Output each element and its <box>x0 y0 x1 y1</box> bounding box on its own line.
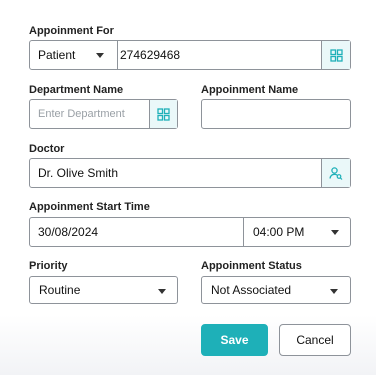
department-lookup-button[interactable] <box>149 100 177 128</box>
patient-type-select[interactable]: Patient <box>29 40 118 70</box>
department-group: Enter Department <box>29 99 178 129</box>
status-label: Appoinment Status <box>201 260 302 272</box>
doctor-lookup-button[interactable] <box>321 159 350 187</box>
doctor-value: Dr. Olive Smith <box>38 166 119 180</box>
appointment-for-label: Appoinment For <box>29 25 114 37</box>
doctor-group: Dr. Olive Smith <box>29 158 351 188</box>
chevron-down-icon <box>331 230 339 235</box>
grid-lookup-icon <box>329 48 343 62</box>
department-label: Department Name <box>29 84 124 96</box>
start-time-value: 04:00 PM <box>253 225 305 239</box>
chevron-down-icon <box>96 53 104 58</box>
patient-id-value: 274629468 <box>120 48 181 62</box>
start-time-label: Appoinment Start Time <box>29 201 150 213</box>
save-button[interactable]: Save <box>201 324 268 356</box>
priority-select[interactable]: Routine <box>29 276 178 304</box>
doctor-input[interactable]: Dr. Olive Smith <box>29 158 321 188</box>
status-select[interactable]: Not Associated <box>201 276 351 304</box>
patient-lookup-button[interactable] <box>321 41 350 69</box>
start-time-select[interactable]: 04:00 PM <box>244 217 351 247</box>
priority-value: Routine <box>39 283 81 297</box>
status-value: Not Associated <box>211 283 292 297</box>
department-placeholder: Enter Department <box>38 108 125 120</box>
cancel-button[interactable]: Cancel <box>279 324 351 356</box>
chevron-down-icon <box>158 289 166 294</box>
grid-lookup-icon <box>157 107 170 121</box>
appointment-for-group: Patient 274629468 <box>29 40 351 70</box>
start-date-input[interactable]: 30/08/2024 <box>29 217 244 247</box>
appointment-name-input[interactable] <box>201 99 351 129</box>
doctor-label: Doctor <box>29 143 65 155</box>
patient-type-value: Patient <box>38 48 76 62</box>
appointment-name-label: Appoinment Name <box>201 84 299 96</box>
start-time-group: 30/08/2024 04:00 PM <box>29 217 351 247</box>
user-search-icon <box>329 167 343 180</box>
department-input[interactable]: Enter Department <box>29 99 149 129</box>
chevron-down-icon <box>330 289 338 294</box>
appointment-form: Appoinment For Patient 274629468 Departm… <box>0 0 376 375</box>
start-date-value: 30/08/2024 <box>38 225 99 239</box>
priority-label: Priority <box>29 260 68 272</box>
patient-id-input[interactable]: 274629468 <box>118 40 321 70</box>
